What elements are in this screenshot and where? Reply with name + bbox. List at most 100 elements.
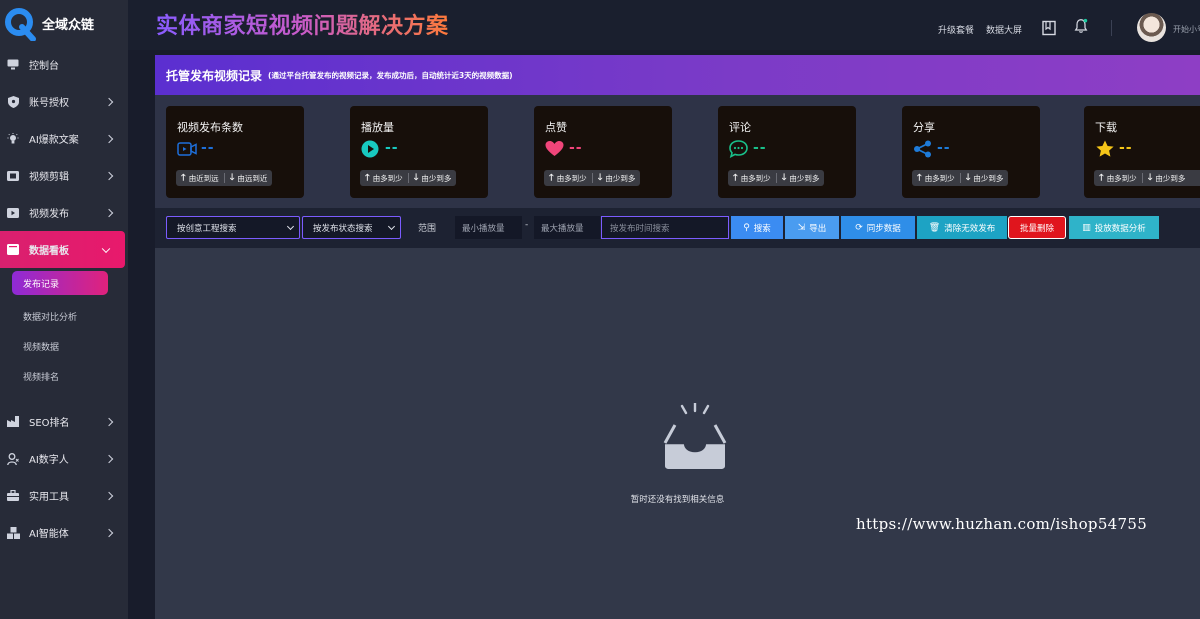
play-box-icon <box>6 206 20 220</box>
select-value: 按创意工程搜索 <box>177 223 237 234</box>
board-icon <box>6 243 20 257</box>
sidebar-subitem-video-data[interactable]: 视频数据 <box>0 331 128 361</box>
sidebar-item-label: 视频剪辑 <box>29 172 69 183</box>
share-icon <box>914 140 931 158</box>
chevron-right-icon <box>104 528 114 537</box>
min-plays-input[interactable]: 最小播放量 <box>455 216 522 239</box>
stat-value: -- <box>569 140 583 156</box>
sidebar-item-ai-human[interactable]: AI数字人 <box>0 440 128 477</box>
sort-asc-button[interactable]: 🡑 由多到少 <box>544 170 592 186</box>
arrow-up-icon: 🡑 <box>181 173 186 183</box>
stat-title: 点赞 <box>545 121 567 134</box>
stat-card-plays: 播放量 -- 🡑 由多到少 🡓 由少到多 <box>350 106 488 198</box>
search-button[interactable]: ⚲ 搜索 <box>731 216 783 239</box>
arrow-up-icon: 🡑 <box>365 173 370 183</box>
stat-title: 下载 <box>1095 121 1117 134</box>
stat-value: -- <box>753 140 767 156</box>
book-icon[interactable] <box>1041 20 1057 36</box>
chevron-right-icon <box>104 208 114 217</box>
watermark-url: https://www.huzhan.com/ishop54755 <box>856 515 1148 533</box>
cubes-icon <box>6 526 20 540</box>
sort-desc-button[interactable]: 🡓 由少到多 <box>593 170 641 186</box>
arrow-down-icon: 🡓 <box>597 173 603 183</box>
sort-desc-button[interactable]: 🡓 由少到多 <box>409 170 457 186</box>
username[interactable]: 开始小号 <box>1173 24 1200 35</box>
sidebar-item-dashboard[interactable]: 控制台 <box>0 46 128 83</box>
section-title: 托管发布视频记录 <box>166 68 263 83</box>
chevron-down-icon <box>387 222 396 231</box>
page-title: 实体商家短视频问题解决方案 <box>156 8 449 40</box>
sort-desc-button[interactable]: 🡓 由少到多 <box>1143 170 1191 186</box>
sidebar-item-video-publish[interactable]: 视频发布 <box>0 194 128 231</box>
sidebar-item-seo-rank[interactable]: SEO排名 <box>0 403 128 440</box>
sort-controls: 🡑 由多到少 🡓 由少到多 <box>544 170 641 186</box>
empty-state-text: 暂时还没有找到相关信息 <box>630 495 725 505</box>
chevron-right-icon <box>104 417 114 426</box>
heart-icon <box>545 141 564 156</box>
header-divider <box>1111 20 1112 36</box>
sidebar-item-label: 数据看板 <box>29 246 69 257</box>
filter-toolbar: 按创意工程搜索 按发布状态搜索 范围 最小播放量 - 最大播放量 按发布时间搜索… <box>155 208 1200 248</box>
avatar[interactable] <box>1137 13 1166 42</box>
film-icon <box>6 169 20 183</box>
sidebar-item-label: 账号授权 <box>29 98 69 109</box>
sidebar-item-label: SEO排名 <box>29 418 70 429</box>
max-plays-input[interactable]: 最大播放量 <box>534 216 600 239</box>
sidebar-item-tools[interactable]: 实用工具 <box>0 477 128 514</box>
sidebar-item-ai-copy[interactable]: AI爆款文案 <box>0 120 128 157</box>
stat-card-videos: 视频发布条数 -- 🡑 由近到远 🡓 由远到近 <box>166 106 304 198</box>
button-label: 导出 <box>809 223 827 234</box>
logo[interactable]: 全域众链 <box>0 0 128 46</box>
arrow-down-icon: 🡓 <box>1147 173 1153 183</box>
sync-data-button[interactable]: ⟳ 同步数据 <box>841 216 915 239</box>
sort-desc-button[interactable]: 🡓 由少到多 <box>777 170 825 186</box>
status-select[interactable]: 按发布状态搜索 <box>302 216 401 239</box>
sort-asc-button[interactable]: 🡑 由多到少 <box>912 170 960 186</box>
video-icon <box>177 142 197 156</box>
sort-label: 由近到远 <box>188 173 219 183</box>
clear-invalid-button[interactable]: 🗑 清除无效发布 <box>917 216 1007 239</box>
sort-label: 由少到多 <box>789 173 820 183</box>
arrow-up-icon: 🡑 <box>1099 173 1104 183</box>
stat-value: -- <box>201 140 215 156</box>
sort-desc-button[interactable]: 🡓 由少到多 <box>961 170 1009 186</box>
sort-label: 由多到少 <box>924 173 955 183</box>
batch-delete-button[interactable]: 批量删除 <box>1008 216 1066 239</box>
sidebar-subitem-data-compare[interactable]: 数据对比分析 <box>0 301 128 331</box>
sidebar-item-account-auth[interactable]: 账号授权 <box>0 83 128 120</box>
sort-label: 由多到少 <box>740 173 771 183</box>
sort-asc-button[interactable]: 🡑 由多到少 <box>1094 170 1142 186</box>
export-button[interactable]: ⇲ 导出 <box>785 216 839 239</box>
refresh-icon: ⟳ <box>855 222 863 233</box>
monitor-icon <box>6 58 20 72</box>
sidebar-item-label: 控制台 <box>29 61 59 72</box>
project-select[interactable]: 按创意工程搜索 <box>166 216 300 239</box>
sidebar-item-ai-agent[interactable]: AI智能体 <box>0 514 128 551</box>
bar-chart-icon: ▥ <box>1082 222 1091 233</box>
stat-title: 播放量 <box>361 121 394 134</box>
star-icon <box>1096 140 1114 157</box>
comment-icon <box>729 140 748 158</box>
sort-asc-button[interactable]: 🡑 由多到少 <box>728 170 776 186</box>
sort-asc-button[interactable]: 🡑 由多到少 <box>360 170 408 186</box>
publish-date-input[interactable]: 按发布时间搜索 <box>601 216 729 239</box>
logo-q-icon <box>5 8 36 41</box>
search-icon: ⚲ <box>743 222 750 233</box>
export-icon: ⇲ <box>797 222 806 233</box>
sidebar-item-video-edit[interactable]: 视频剪辑 <box>0 157 128 194</box>
chevron-down-icon <box>286 222 295 231</box>
stat-card-likes: 点赞 -- 🡑 由多到少 🡓 由少到多 <box>534 106 672 198</box>
upgrade-plan-link[interactable]: 升级套餐 <box>938 23 974 36</box>
shield-icon <box>6 95 20 109</box>
sidebar-subitem-publish-records[interactable]: 发布记录 <box>12 271 108 295</box>
sort-desc-button[interactable]: 🡓 由远到近 <box>225 170 273 186</box>
records-content: 暂时还没有找到相关信息 <box>155 248 1200 619</box>
bell-icon[interactable] <box>1073 18 1089 34</box>
ad-analysis-button[interactable]: ▥ 投放数据分析 <box>1069 216 1159 239</box>
range-label: 范围 <box>418 224 437 234</box>
data-screen-link[interactable]: 数据大屏 <box>986 23 1022 36</box>
sidebar-item-data-board[interactable]: 数据看板 <box>0 231 125 268</box>
sidebar-item-label: AI数字人 <box>29 455 69 466</box>
sort-asc-button[interactable]: 🡑 由近到远 <box>176 170 224 186</box>
sidebar-subitem-video-rank[interactable]: 视频排名 <box>0 361 128 391</box>
